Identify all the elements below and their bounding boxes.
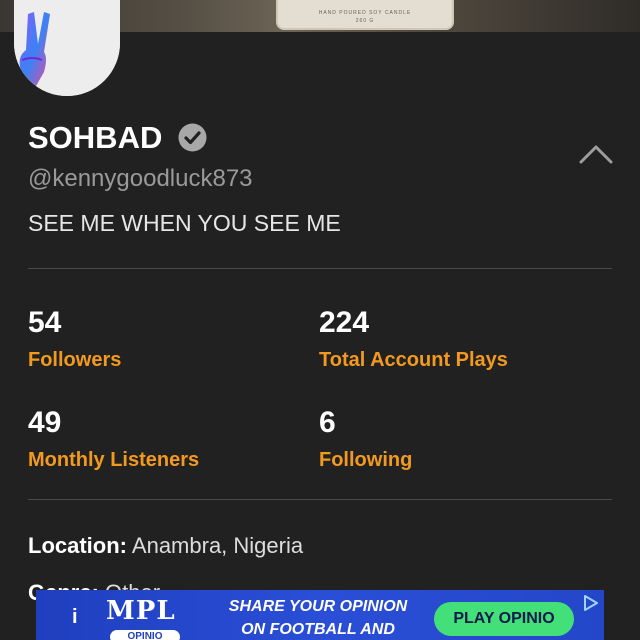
- avatar[interactable]: [14, 0, 120, 96]
- artist-name: SOHBAD: [28, 120, 163, 155]
- ad-logo-text: MPL: [106, 596, 176, 626]
- ad-cta-button[interactable]: PLAY OPINIO: [434, 602, 574, 636]
- total-plays-count: 224: [319, 306, 370, 339]
- ad-logo: MPL OPINIO: [102, 596, 188, 640]
- candle-label-line1: HAND POURED SOY CANDLE: [318, 10, 412, 16]
- ad-choices-icon[interactable]: [582, 594, 600, 612]
- followers-count: 54: [28, 306, 62, 339]
- ad-logo-sub: OPINIO: [110, 630, 180, 640]
- following-label[interactable]: Following: [319, 449, 412, 472]
- location-row: Location: Anambra, Nigeria: [28, 533, 303, 559]
- ad-info-icon[interactable]: i: [72, 606, 78, 629]
- ad-headline-line1: SHARE YOUR OPINION: [228, 598, 408, 615]
- username-handle: @kennygoodluck873: [28, 165, 253, 192]
- divider-top: [28, 268, 612, 269]
- ad-headline-line2: ON FOOTBALL AND: [241, 621, 395, 638]
- peace-hand-image: [14, 0, 120, 96]
- candle-label-line2: 260 G: [355, 18, 375, 24]
- total-plays-label: Total Account Plays: [319, 349, 508, 371]
- location-key: Location:: [28, 533, 127, 558]
- monthly-listeners-label: Monthly Listeners: [28, 449, 200, 471]
- divider-bottom: [28, 499, 612, 500]
- candle-jar-image: HAND POURED SOY CANDLE 260 G: [276, 0, 454, 30]
- ad-banner[interactable]: i MPL OPINIO SHARE YOUR OPINION ON FOOTB…: [36, 590, 604, 640]
- monthly-listeners-count: 49: [28, 406, 62, 439]
- profile-bio: SEE ME WHEN YOU SEE ME: [28, 210, 341, 236]
- verified-check-icon: [178, 123, 207, 152]
- artist-profile-page: HAND POURED SOY CANDLE 260 G SOHBAD @ken…: [0, 0, 640, 640]
- chevron-up-icon[interactable]: [578, 142, 614, 166]
- location-value: Anambra, Nigeria: [131, 533, 304, 558]
- followers-label[interactable]: Followers: [28, 349, 121, 372]
- following-count: 6: [319, 406, 336, 439]
